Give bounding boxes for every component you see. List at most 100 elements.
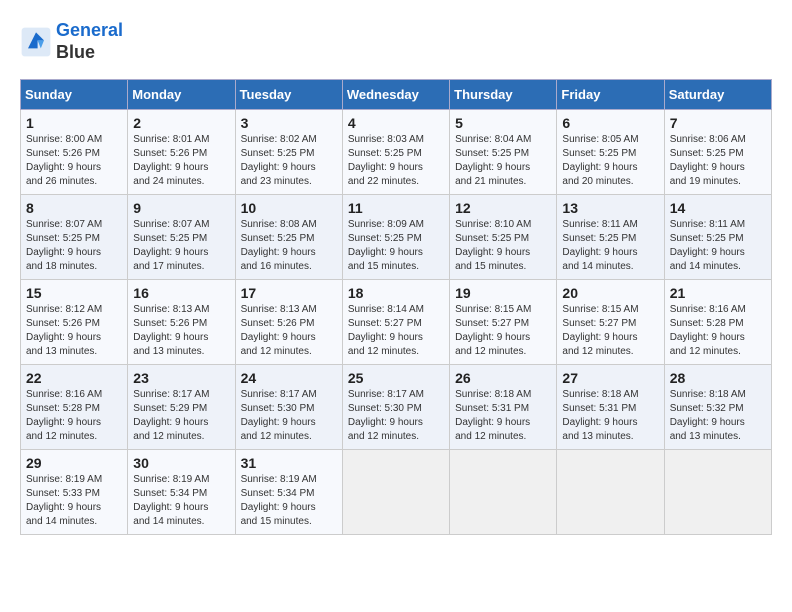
calendar-cell: 26 Sunrise: 8:18 AM Sunset: 5:31 PM Dayli…	[450, 365, 557, 450]
calendar-cell: 23 Sunrise: 8:17 AM Sunset: 5:29 PM Dayli…	[128, 365, 235, 450]
day-info: Sunrise: 8:17 AM Sunset: 5:30 PM Dayligh…	[348, 388, 444, 444]
calendar-cell: 21Sunrise: 8:16 AM Sunset: 5:28 PM Dayli…	[664, 280, 771, 365]
calendar-cell	[342, 450, 449, 535]
calendar-cell: 11 Sunrise: 8:09 AM Sunset: 5:25 PM Dayli…	[342, 195, 449, 280]
day-number: 1	[26, 115, 122, 131]
calendar-cell: 25 Sunrise: 8:17 AM Sunset: 5:30 PM Dayli…	[342, 365, 449, 450]
day-number: 14	[670, 200, 766, 216]
day-info: Sunrise: 8:13 AM Sunset: 5:26 PM Dayligh…	[241, 303, 337, 359]
calendar-cell: 6 Sunrise: 8:05 AM Sunset: 5:25 PM Daylig…	[557, 110, 664, 195]
day-info: Sunrise: 8:10 AM Sunset: 5:25 PM Dayligh…	[455, 218, 551, 274]
calendar-cell: 3 Sunrise: 8:02 AM Sunset: 5:25 PM Daylig…	[235, 110, 342, 195]
calendar-cell	[664, 450, 771, 535]
calendar-cell: 29 Sunrise: 8:19 AM Sunset: 5:33 PM Dayli…	[21, 450, 128, 535]
header-cell-friday: Friday	[557, 80, 664, 110]
day-number: 12	[455, 200, 551, 216]
day-info: Sunrise: 8:15 AM Sunset: 5:27 PM Dayligh…	[455, 303, 551, 359]
calendar-cell: 13 Sunrise: 8:11 AM Sunset: 5:25 PM Dayli…	[557, 195, 664, 280]
calendar-cell: 27 Sunrise: 8:18 AM Sunset: 5:31 PM Dayli…	[557, 365, 664, 450]
calendar-body: 1 Sunrise: 8:00 AM Sunset: 5:26 PM Daylig…	[21, 110, 772, 535]
day-info: Sunrise: 8:17 AM Sunset: 5:29 PM Dayligh…	[133, 388, 229, 444]
calendar-cell: 8 Sunrise: 8:07 AM Sunset: 5:25 PM Daylig…	[21, 195, 128, 280]
day-info: Sunrise: 8:05 AM Sunset: 5:25 PM Dayligh…	[562, 133, 658, 189]
day-info: Sunrise: 8:12 AM Sunset: 5:26 PM Dayligh…	[26, 303, 122, 359]
day-number: 27	[562, 370, 658, 386]
day-number: 31	[241, 455, 337, 471]
day-info: Sunrise: 8:19 AM Sunset: 5:33 PM Dayligh…	[26, 473, 122, 529]
day-number: 6	[562, 115, 658, 131]
day-info: Sunrise: 8:09 AM Sunset: 5:25 PM Dayligh…	[348, 218, 444, 274]
day-info: Sunrise: 8:04 AM Sunset: 5:25 PM Dayligh…	[455, 133, 551, 189]
calendar-cell: 5Sunrise: 8:04 AM Sunset: 5:25 PM Daylig…	[450, 110, 557, 195]
header-cell-thursday: Thursday	[450, 80, 557, 110]
header-cell-monday: Monday	[128, 80, 235, 110]
day-info: Sunrise: 8:07 AM Sunset: 5:25 PM Dayligh…	[26, 218, 122, 274]
day-number: 11	[348, 200, 444, 216]
day-info: Sunrise: 8:00 AM Sunset: 5:26 PM Dayligh…	[26, 133, 122, 189]
day-number: 13	[562, 200, 658, 216]
day-number: 29	[26, 455, 122, 471]
logo-text: General Blue	[56, 20, 123, 63]
calendar-table: SundayMondayTuesdayWednesdayThursdayFrid…	[20, 79, 772, 535]
day-info: Sunrise: 8:11 AM Sunset: 5:25 PM Dayligh…	[562, 218, 658, 274]
calendar-week-2: 8 Sunrise: 8:07 AM Sunset: 5:25 PM Daylig…	[21, 195, 772, 280]
logo-icon	[20, 26, 52, 58]
calendar-header: SundayMondayTuesdayWednesdayThursdayFrid…	[21, 80, 772, 110]
calendar-cell: 31 Sunrise: 8:19 AM Sunset: 5:34 PM Dayli…	[235, 450, 342, 535]
calendar-cell: 19 Sunrise: 8:15 AM Sunset: 5:27 PM Dayli…	[450, 280, 557, 365]
day-number: 23	[133, 370, 229, 386]
day-info: Sunrise: 8:06 AM Sunset: 5:25 PM Dayligh…	[670, 133, 766, 189]
day-number: 17	[241, 285, 337, 301]
calendar-cell: 16 Sunrise: 8:13 AM Sunset: 5:26 PM Dayli…	[128, 280, 235, 365]
day-number: 4	[348, 115, 444, 131]
calendar-week-3: 15Sunrise: 8:12 AM Sunset: 5:26 PM Dayli…	[21, 280, 772, 365]
day-number: 16	[133, 285, 229, 301]
calendar-cell: 18 Sunrise: 8:14 AM Sunset: 5:27 PM Dayli…	[342, 280, 449, 365]
calendar-cell: 28 Sunrise: 8:18 AM Sunset: 5:32 PM Dayli…	[664, 365, 771, 450]
day-number: 18	[348, 285, 444, 301]
day-info: Sunrise: 8:02 AM Sunset: 5:25 PM Dayligh…	[241, 133, 337, 189]
day-number: 20	[562, 285, 658, 301]
day-info: Sunrise: 8:18 AM Sunset: 5:31 PM Dayligh…	[562, 388, 658, 444]
day-info: Sunrise: 8:18 AM Sunset: 5:32 PM Dayligh…	[670, 388, 766, 444]
day-number: 30	[133, 455, 229, 471]
calendar-week-5: 29 Sunrise: 8:19 AM Sunset: 5:33 PM Dayli…	[21, 450, 772, 535]
logo-line2: Blue	[56, 42, 123, 64]
calendar-cell: 12 Sunrise: 8:10 AM Sunset: 5:25 PM Dayli…	[450, 195, 557, 280]
day-info: Sunrise: 8:01 AM Sunset: 5:26 PM Dayligh…	[133, 133, 229, 189]
day-number: 9	[133, 200, 229, 216]
day-number: 2	[133, 115, 229, 131]
calendar-week-4: 22Sunrise: 8:16 AM Sunset: 5:28 PM Dayli…	[21, 365, 772, 450]
day-number: 19	[455, 285, 551, 301]
day-info: Sunrise: 8:08 AM Sunset: 5:25 PM Dayligh…	[241, 218, 337, 274]
calendar-week-1: 1 Sunrise: 8:00 AM Sunset: 5:26 PM Daylig…	[21, 110, 772, 195]
calendar-cell	[557, 450, 664, 535]
calendar-cell: 1 Sunrise: 8:00 AM Sunset: 5:26 PM Daylig…	[21, 110, 128, 195]
day-number: 24	[241, 370, 337, 386]
day-number: 3	[241, 115, 337, 131]
day-number: 25	[348, 370, 444, 386]
day-info: Sunrise: 8:15 AM Sunset: 5:27 PM Dayligh…	[562, 303, 658, 359]
day-number: 8	[26, 200, 122, 216]
logo: General Blue	[20, 20, 123, 63]
day-info: Sunrise: 8:18 AM Sunset: 5:31 PM Dayligh…	[455, 388, 551, 444]
calendar-cell: 20 Sunrise: 8:15 AM Sunset: 5:27 PM Dayli…	[557, 280, 664, 365]
day-number: 28	[670, 370, 766, 386]
logo-line1: General	[56, 20, 123, 42]
day-info: Sunrise: 8:14 AM Sunset: 5:27 PM Dayligh…	[348, 303, 444, 359]
calendar-cell: 10Sunrise: 8:08 AM Sunset: 5:25 PM Dayli…	[235, 195, 342, 280]
day-number: 21	[670, 285, 766, 301]
calendar-cell: 9Sunrise: 8:07 AM Sunset: 5:25 PM Daylig…	[128, 195, 235, 280]
page-header: General Blue	[20, 20, 772, 63]
day-info: Sunrise: 8:19 AM Sunset: 5:34 PM Dayligh…	[241, 473, 337, 529]
day-number: 26	[455, 370, 551, 386]
header-cell-sunday: Sunday	[21, 80, 128, 110]
day-info: Sunrise: 8:13 AM Sunset: 5:26 PM Dayligh…	[133, 303, 229, 359]
calendar-cell: 22Sunrise: 8:16 AM Sunset: 5:28 PM Dayli…	[21, 365, 128, 450]
day-info: Sunrise: 8:19 AM Sunset: 5:34 PM Dayligh…	[133, 473, 229, 529]
header-row: SundayMondayTuesdayWednesdayThursdayFrid…	[21, 80, 772, 110]
header-cell-tuesday: Tuesday	[235, 80, 342, 110]
header-cell-saturday: Saturday	[664, 80, 771, 110]
calendar-cell: 24Sunrise: 8:17 AM Sunset: 5:30 PM Dayli…	[235, 365, 342, 450]
day-number: 7	[670, 115, 766, 131]
